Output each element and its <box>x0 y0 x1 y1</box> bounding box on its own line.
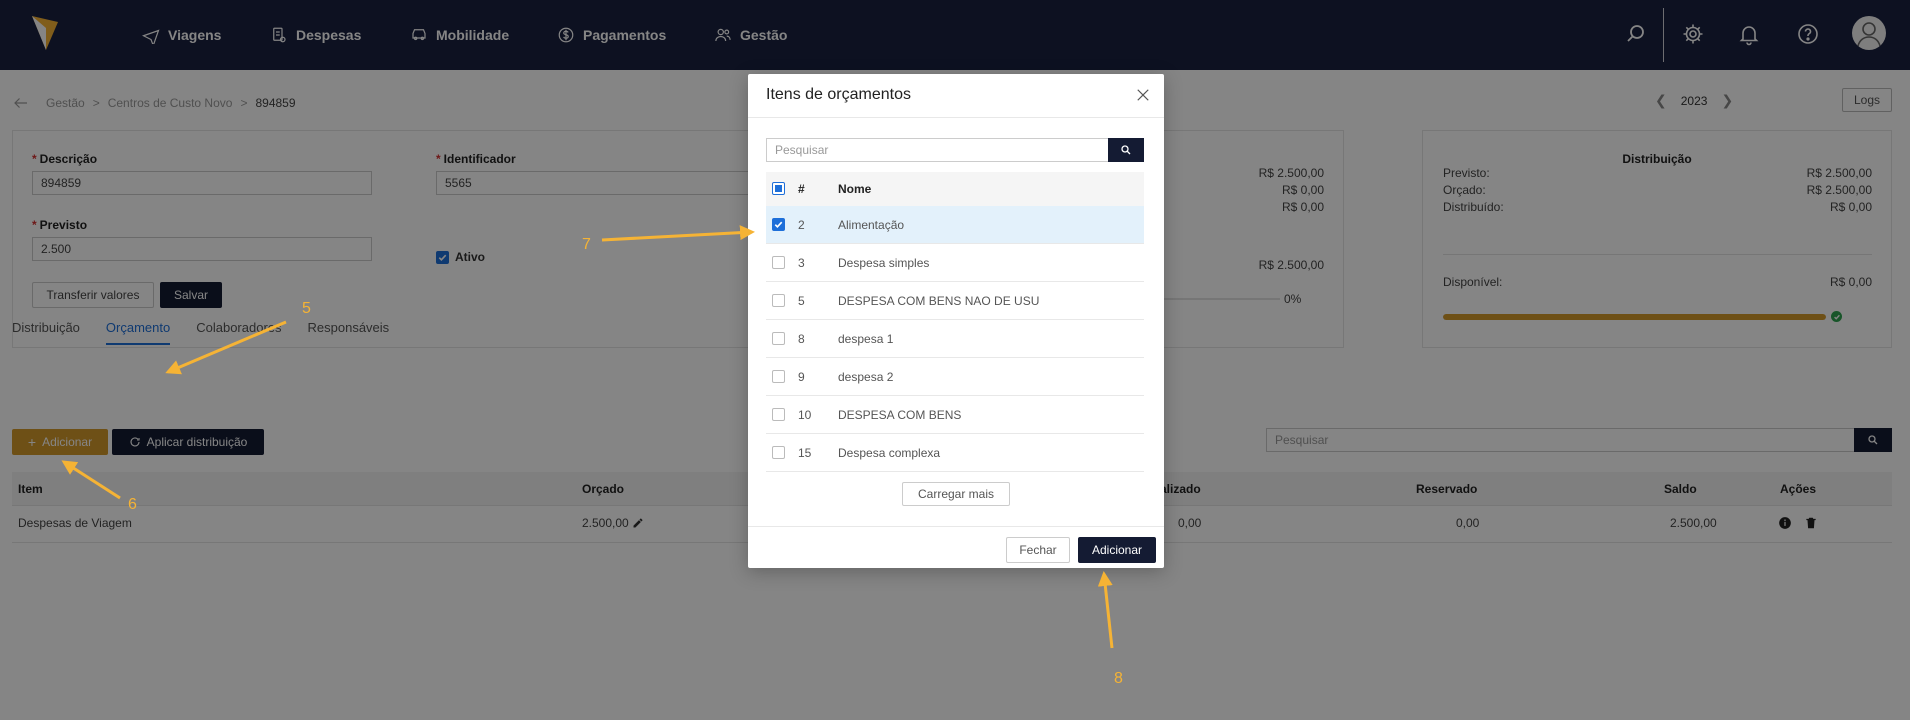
modal-search-input[interactable]: Pesquisar <box>766 138 1108 162</box>
item-name: DESPESA COM BENS <box>838 408 962 422</box>
annotation-number-7: 7 <box>582 236 591 253</box>
modal-footer: Fechar Adicionar <box>748 526 1164 568</box>
modal-item-row[interactable]: 3 Despesa simples <box>766 244 1144 282</box>
col-num: # <box>798 182 805 196</box>
modal-item-row[interactable]: 5 DESPESA COM BENS NAO DE USU <box>766 282 1144 320</box>
item-name: Despesa complexa <box>838 446 941 460</box>
modal-item-row[interactable]: 2 Alimentação <box>766 206 1144 244</box>
item-number: 15 <box>798 446 812 460</box>
carregar-mais-button[interactable]: Carregar mais <box>902 482 1010 506</box>
modal-search: Pesquisar <box>766 138 1144 162</box>
modal-adicionar-button[interactable]: Adicionar <box>1078 537 1156 563</box>
fechar-button[interactable]: Fechar <box>1006 537 1070 563</box>
item-number: 9 <box>798 370 805 384</box>
checkbox[interactable] <box>772 256 785 269</box>
checkbox[interactable] <box>772 294 785 307</box>
checkbox[interactable] <box>772 332 785 345</box>
itens-orcamentos-modal: Itens de orçamentos Pesquisar # Nome 2 Al… <box>748 74 1164 568</box>
modal-item-row[interactable]: 15 Despesa complexa <box>766 434 1144 472</box>
item-number: 10 <box>798 408 812 422</box>
annotation-number-6: 6 <box>128 496 137 513</box>
item-name: Alimentação <box>838 218 905 232</box>
modal-search-button[interactable] <box>1108 138 1144 162</box>
app-root: Viagens Despesas Mobilidade Pagamentos G… <box>0 0 1910 720</box>
item-name: despesa 1 <box>838 332 894 346</box>
checkbox[interactable] <box>772 408 785 421</box>
checkbox[interactable] <box>772 446 785 459</box>
modal-item-row[interactable]: 9 despesa 2 <box>766 358 1144 396</box>
col-nome: Nome <box>838 182 872 196</box>
modal-item-row[interactable]: 8 despesa 1 <box>766 320 1144 358</box>
item-name: Despesa simples <box>838 256 930 270</box>
modal-table-header: # Nome <box>766 172 1144 206</box>
modal-item-row[interactable]: 10 DESPESA COM BENS <box>766 396 1144 434</box>
item-number: 5 <box>798 294 805 308</box>
close-icon[interactable] <box>1134 86 1152 104</box>
item-number: 8 <box>798 332 805 346</box>
checkbox[interactable] <box>772 370 785 383</box>
checkbox-checked-icon[interactable] <box>772 218 785 231</box>
item-number: 3 <box>798 256 805 270</box>
annotation-number-5: 5 <box>302 300 311 317</box>
select-all-checkbox[interactable] <box>772 182 785 195</box>
modal-header: Itens de orçamentos <box>748 74 1164 118</box>
modal-items-table: # Nome 2 Alimentação 3 Despesa simples 5 DESP… <box>766 172 1144 472</box>
item-name: despesa 2 <box>838 370 894 384</box>
annotation-number-8: 8 <box>1114 670 1123 687</box>
search-icon <box>1121 145 1131 155</box>
item-name: DESPESA COM BENS NAO DE USU <box>838 294 1040 308</box>
modal-title: Itens de orçamentos <box>766 86 911 103</box>
item-number: 2 <box>798 218 805 232</box>
